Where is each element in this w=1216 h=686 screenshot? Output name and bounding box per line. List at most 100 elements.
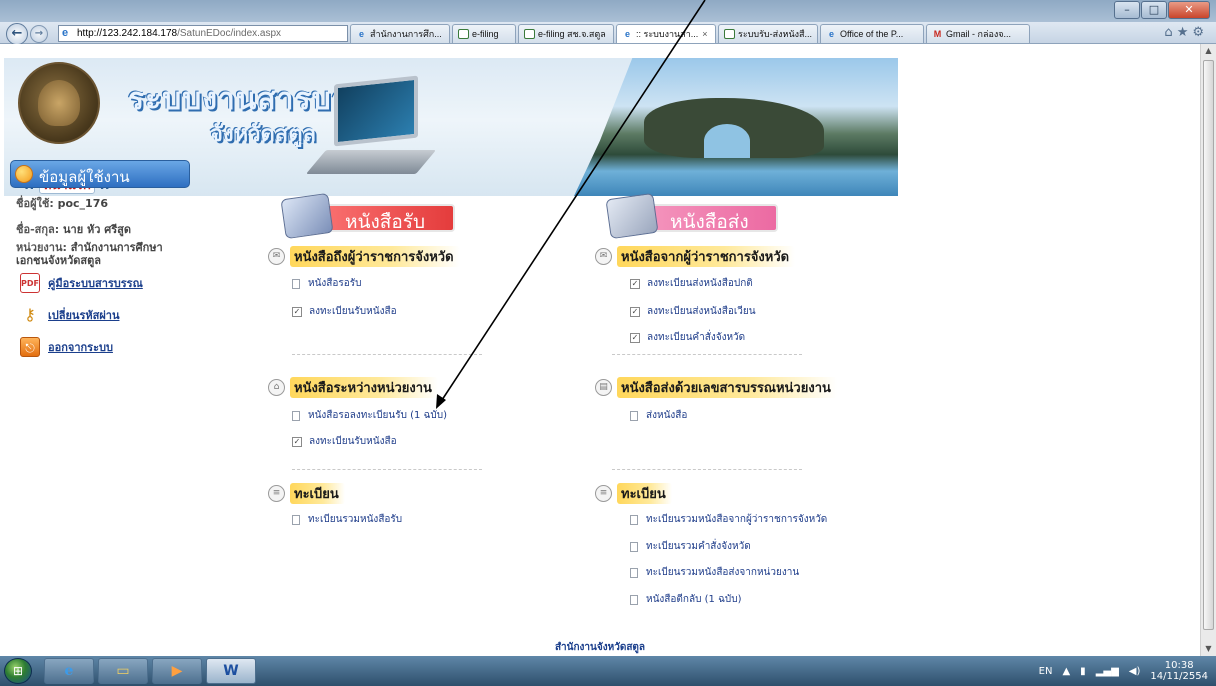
list-item[interactable]: ✓ ลงทะเบียนรับหนังสือ [292, 434, 397, 449]
browser-tab[interactable]: e-filing [452, 24, 516, 43]
item-label[interactable]: ลงทะเบียนส่งหนังสือปกติ [647, 276, 753, 291]
logout-link[interactable]: ⎋ ออกจากระบบ [20, 336, 113, 358]
back-button[interactable]: ← [6, 23, 28, 45]
receive-banner: หนังสือรับ [280, 192, 455, 240]
document-icon [630, 541, 638, 552]
word-taskbar-icon[interactable]: W [206, 658, 256, 684]
item-label[interactable]: หนังสือตีกลับ (1 ฉบับ) [646, 592, 741, 607]
start-button[interactable]: ⊞ [4, 658, 32, 684]
tray-expand-icon[interactable]: ▲ [1062, 666, 1070, 677]
tab-label[interactable]: Office of the P... [840, 25, 903, 43]
list-item[interactable]: ✓ ลงทะเบียนรับหนังสือ [292, 304, 397, 319]
web-page: ระบบงานสารบรรณ จังหวัดสตูล :: หน้าแรก ::… [0, 44, 1200, 656]
item-label[interactable]: ส่งหนังสือ [646, 408, 687, 423]
tab-label[interactable]: สำนักงานการศึก... [370, 25, 442, 43]
building-icon: ⌂ [268, 378, 285, 396]
item-label[interactable]: ลงทะเบียนรับหนังสือ [309, 304, 397, 319]
browser-tab[interactable]: M Gmail - กล่องจ... [926, 24, 1030, 43]
home-icon[interactable]: ⌂ [1164, 25, 1176, 40]
document-stack-icon [605, 192, 659, 240]
item-label[interactable]: ทะเบียนรวมคำสั่งจังหวัด [646, 539, 751, 554]
list-item[interactable]: ✓ ลงทะเบียนส่งหนังสือปกติ [630, 276, 753, 291]
users-icon [15, 165, 33, 183]
scroll-thumb[interactable] [1203, 60, 1214, 630]
address-bar[interactable]: e http://123.242.184.178/SatunEDoc/index… [58, 25, 379, 84]
list-item[interactable]: หนังสือตีกลับ (1 ฉบับ) [630, 592, 741, 607]
list-item[interactable]: ทะเบียนรวมหนังสือจากผู้ว่าราชการจังหวัด [630, 512, 827, 527]
tab-label[interactable]: e-filing [472, 25, 499, 43]
manual-link[interactable]: PDF คู่มือระบบสารบรรณ [20, 272, 143, 294]
tab-label[interactable]: :: ระบบงานสา... [636, 25, 698, 43]
item-label[interactable]: ทะเบียนรวมหนังสือจากผู้ว่าราชการจังหวัด [646, 512, 827, 527]
browser-tab[interactable]: e สำนักงานการศึก... [350, 24, 450, 43]
signal-icon[interactable]: ▂▄▆ [1096, 666, 1119, 677]
item-label[interactable]: ทะเบียนรวมหนังสือรับ [308, 512, 402, 527]
close-button[interactable]: ✕ [1168, 1, 1210, 19]
favorites-icon[interactable]: ★ [1177, 25, 1193, 40]
banner-subtitle: จังหวัดสตูล [210, 121, 316, 147]
vertical-scrollbar[interactable]: ▲ ▼ [1200, 44, 1216, 656]
list-item[interactable]: หนังสือรอลงทะเบียนรับ (1 ฉบับ) [292, 408, 447, 423]
list-item[interactable]: ส่งหนังสือ [630, 408, 687, 423]
list-item[interactable]: ทะเบียนรวมหนังสือส่งจากหน่วยงาน [630, 565, 799, 580]
item-label[interactable]: ลงทะเบียนรับหนังสือ [309, 434, 397, 449]
maximize-button[interactable]: □ [1141, 1, 1167, 19]
pdf-icon: PDF [20, 273, 40, 293]
gear-icon[interactable]: ⚙ [1192, 25, 1208, 40]
list-item[interactable]: ✓ ลงทะเบียนส่งหนังสือเวียน [630, 304, 756, 319]
change-password-link[interactable]: ⚷ เปลี่ยนรหัสผ่าน [20, 304, 119, 326]
item-label[interactable]: หนังสือรอลงทะเบียนรับ (1 ฉบับ) [308, 408, 447, 423]
change-password-label[interactable]: เปลี่ยนรหัสผ่าน [48, 306, 119, 324]
explorer-taskbar-icon[interactable]: ▭ [98, 658, 148, 684]
divider [612, 469, 802, 470]
browser-tab[interactable]: e:: ระบบงานสา... × [616, 24, 716, 43]
item-label[interactable]: ทะเบียนรวมหนังสือส่งจากหน่วยงาน [646, 565, 799, 580]
tab-label[interactable]: Gmail - กล่องจ... [946, 25, 1011, 43]
divider [292, 354, 482, 355]
list-item[interactable]: ✓ ลงทะเบียนคำสั่งจังหวัด [630, 330, 745, 345]
clock-date: 14/11/2554 [1150, 671, 1208, 682]
scroll-down-icon[interactable]: ▼ [1201, 642, 1216, 656]
browser-tab[interactable]: e-filing สช.จ.สตูล [518, 24, 614, 43]
volume-icon[interactable]: ◀) [1129, 666, 1141, 677]
minimize-button[interactable]: – [1114, 1, 1140, 19]
tab-label[interactable]: ระบบรับ-ส่งหนังสื... [738, 25, 812, 43]
item-label[interactable]: ลงทะเบียนส่งหนังสือเวียน [647, 304, 756, 319]
item-label[interactable]: ลงทะเบียนคำสั่งจังหวัด [647, 330, 745, 345]
user-info-header: ข้อมูลผู้ใช้งาน [10, 160, 190, 188]
papers-icon: ▤ [595, 378, 612, 396]
mail-icon [724, 29, 735, 39]
browser-tab[interactable]: e Office of the P... [820, 24, 924, 43]
section-send-agency: ▤ หนังสือส่งด้วยเลขสารบรรณหน่วยงาน [595, 376, 837, 398]
list-item[interactable]: ทะเบียนรวมคำสั่งจังหวัด [630, 539, 751, 554]
window-titlebar: – □ ✕ [0, 0, 1216, 22]
ie-icon: e [624, 29, 630, 39]
scroll-up-icon[interactable]: ▲ [1201, 44, 1216, 58]
clock[interactable]: 10:38 14/11/2554 [1150, 660, 1208, 682]
ie-icon: e [828, 29, 834, 39]
section-heading: หนังสือระหว่างหน่วยงาน [290, 376, 438, 398]
user-info-title: ข้อมูลผู้ใช้งาน [39, 168, 130, 186]
close-tab-icon[interactable]: × [702, 25, 707, 43]
edit-icon: ✓ [630, 332, 640, 343]
ie-taskbar-icon[interactable]: e [44, 658, 94, 684]
envelope-icon: ✉ [268, 247, 285, 265]
tab-label[interactable]: e-filing สช.จ.สตูล [538, 25, 606, 43]
browser-navbar: ← → e http://123.242.184.178/SatunEDoc/i… [0, 22, 1216, 84]
manual-link-label[interactable]: คู่มือระบบสารบรรณ [48, 274, 143, 292]
language-indicator[interactable]: EN [1039, 666, 1053, 677]
list-item[interactable]: ทะเบียนรวมหนังสือรับ [292, 512, 402, 527]
battery-icon[interactable]: ▮ [1080, 666, 1086, 677]
windows-taskbar: ⊞ e ▭ ▶ W EN ▲ ▮ ▂▄▆ ◀) 10:38 14/11/2554 [0, 656, 1216, 686]
logout-label[interactable]: ออกจากระบบ [48, 338, 113, 356]
gmail-icon: M [933, 29, 942, 39]
logout-icon: ⎋ [20, 337, 40, 357]
list-item[interactable]: หนังสือรอรับ [292, 276, 362, 291]
registry-icon: ≡ [268, 484, 285, 502]
item-label[interactable]: หนังสือรอรับ [308, 276, 362, 291]
browser-tab[interactable]: ระบบรับ-ส่งหนังสื... [718, 24, 818, 43]
forward-button[interactable]: → [30, 25, 48, 43]
media-player-taskbar-icon[interactable]: ▶ [152, 658, 202, 684]
document-icon [292, 514, 300, 525]
browser-tools: ⌂★⚙ [1164, 25, 1208, 40]
